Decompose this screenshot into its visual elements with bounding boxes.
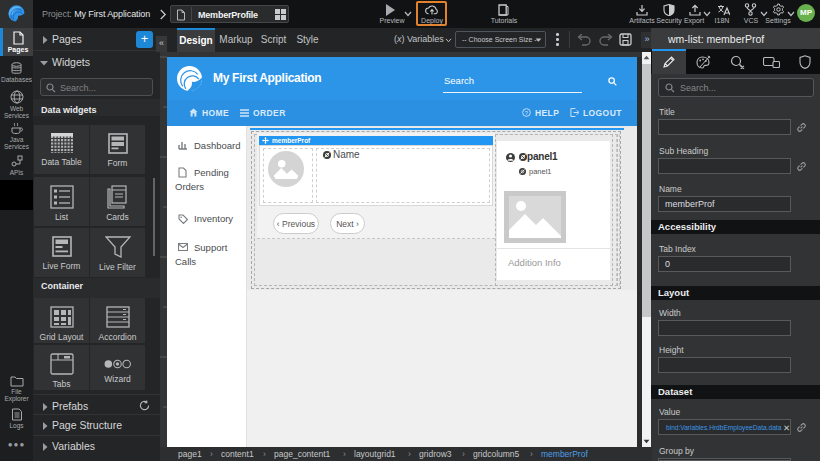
svg-text:?: ?	[525, 110, 529, 116]
